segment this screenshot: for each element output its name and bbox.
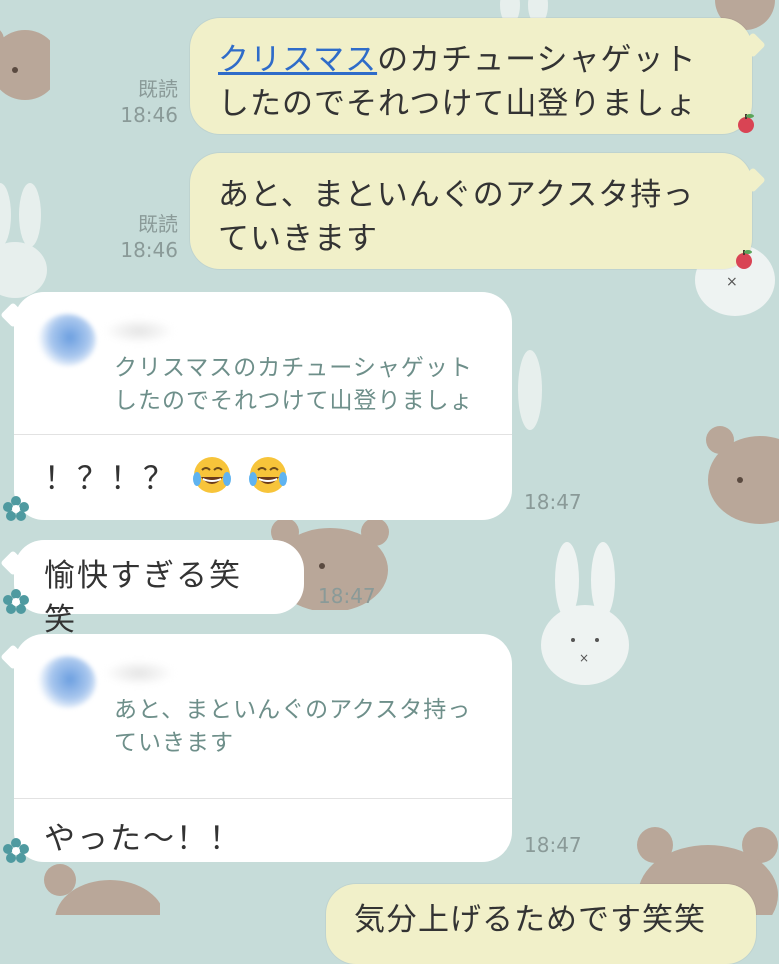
flower-badge-icon xyxy=(3,589,29,614)
quoted-text-line: したのでそれつけて山登りましょ xyxy=(114,388,474,414)
face-with-tears-of-joy-icon xyxy=(192,457,231,493)
quoted-text-line: あと、まといんぐのアクスタ持っ xyxy=(114,697,472,723)
read-label: 既読 xyxy=(138,212,178,236)
incoming-message-bubble[interactable]: 愉快すぎる笑笑 xyxy=(0,540,304,638)
message-time: 18:47 xyxy=(524,833,582,857)
quoted-text: クリスマスのカチューシャゲット したのでそれつけて山登りましょ xyxy=(114,352,492,418)
quoted-sender-name xyxy=(104,660,174,686)
message-text-line: クリスマスのカチューシャゲット xyxy=(218,38,724,82)
outgoing-message-bubble[interactable]: クリスマスのカチューシャゲット したのでそれつけて山登りましょ xyxy=(190,18,766,134)
flower-badge-icon xyxy=(3,838,29,863)
apple-sticker-icon xyxy=(736,250,752,269)
outgoing-message-bubble[interactable]: あと、まといんぐのアクスタ持っ ていきます xyxy=(190,153,766,269)
message-time: 18:46 xyxy=(120,103,178,127)
quoted-sender-name xyxy=(104,318,174,344)
quoted-text: あと、まといんぐのアクスタ持っ ていきます xyxy=(114,694,492,760)
message-text: あと、まといんぐのアクスタ持っ xyxy=(218,177,695,213)
face-with-tears-of-joy-icon xyxy=(248,457,287,493)
quoted-text-line: ていきます xyxy=(114,730,234,756)
bunny-wallpaper-icon: × xyxy=(541,542,629,685)
message-text: ！？！？ xyxy=(44,461,176,497)
message-text: したのでそれつけて山登りましょ xyxy=(218,86,698,122)
read-label: 既読 xyxy=(138,77,178,101)
incoming-reply-bubble[interactable]: あと、まといんぐのアクスタ持っ ていきます やった〜！！ xyxy=(0,634,512,862)
incoming-reply-bubble[interactable]: クリスマスのカチューシャゲット したのでそれつけて山登りましょ ！？！？ xyxy=(0,292,512,520)
message-text: ていきます xyxy=(218,221,378,257)
bunny-wallpaper-icon xyxy=(0,183,47,298)
quoted-message[interactable]: あと、まといんぐのアクスタ持っ ていきます xyxy=(14,634,512,799)
read-status: 既読 18:46 xyxy=(100,76,178,128)
message-text: 気分上げるためです笑笑 xyxy=(354,902,706,938)
svg-text:×: × xyxy=(579,651,589,665)
flower-badge-icon xyxy=(3,496,29,521)
message-time: 18:47 xyxy=(524,490,582,514)
apple-sticker-icon xyxy=(738,114,754,133)
bear-wallpaper-icon xyxy=(706,426,779,524)
quoted-avatar xyxy=(38,656,96,708)
outgoing-message-bubble-partial[interactable]: 気分上げるためです笑笑 xyxy=(326,884,756,964)
svg-text:×: × xyxy=(726,274,738,290)
message-text: やった〜！！ xyxy=(44,821,242,857)
message-time: 18:47 xyxy=(318,584,376,608)
bear-wallpaper-icon xyxy=(0,30,50,100)
quoted-avatar xyxy=(38,314,96,366)
keyword-link[interactable]: クリスマス xyxy=(218,42,377,78)
message-text: のカチューシャゲット xyxy=(377,42,697,78)
read-status: 既読 18:46 xyxy=(100,211,178,263)
quoted-text-line: クリスマスのカチューシャゲット xyxy=(114,355,473,381)
message-time: 18:46 xyxy=(120,238,178,262)
quoted-message[interactable]: クリスマスのカチューシャゲット したのでそれつけて山登りましょ xyxy=(14,292,512,435)
message-body: ！？！？ xyxy=(14,435,512,517)
